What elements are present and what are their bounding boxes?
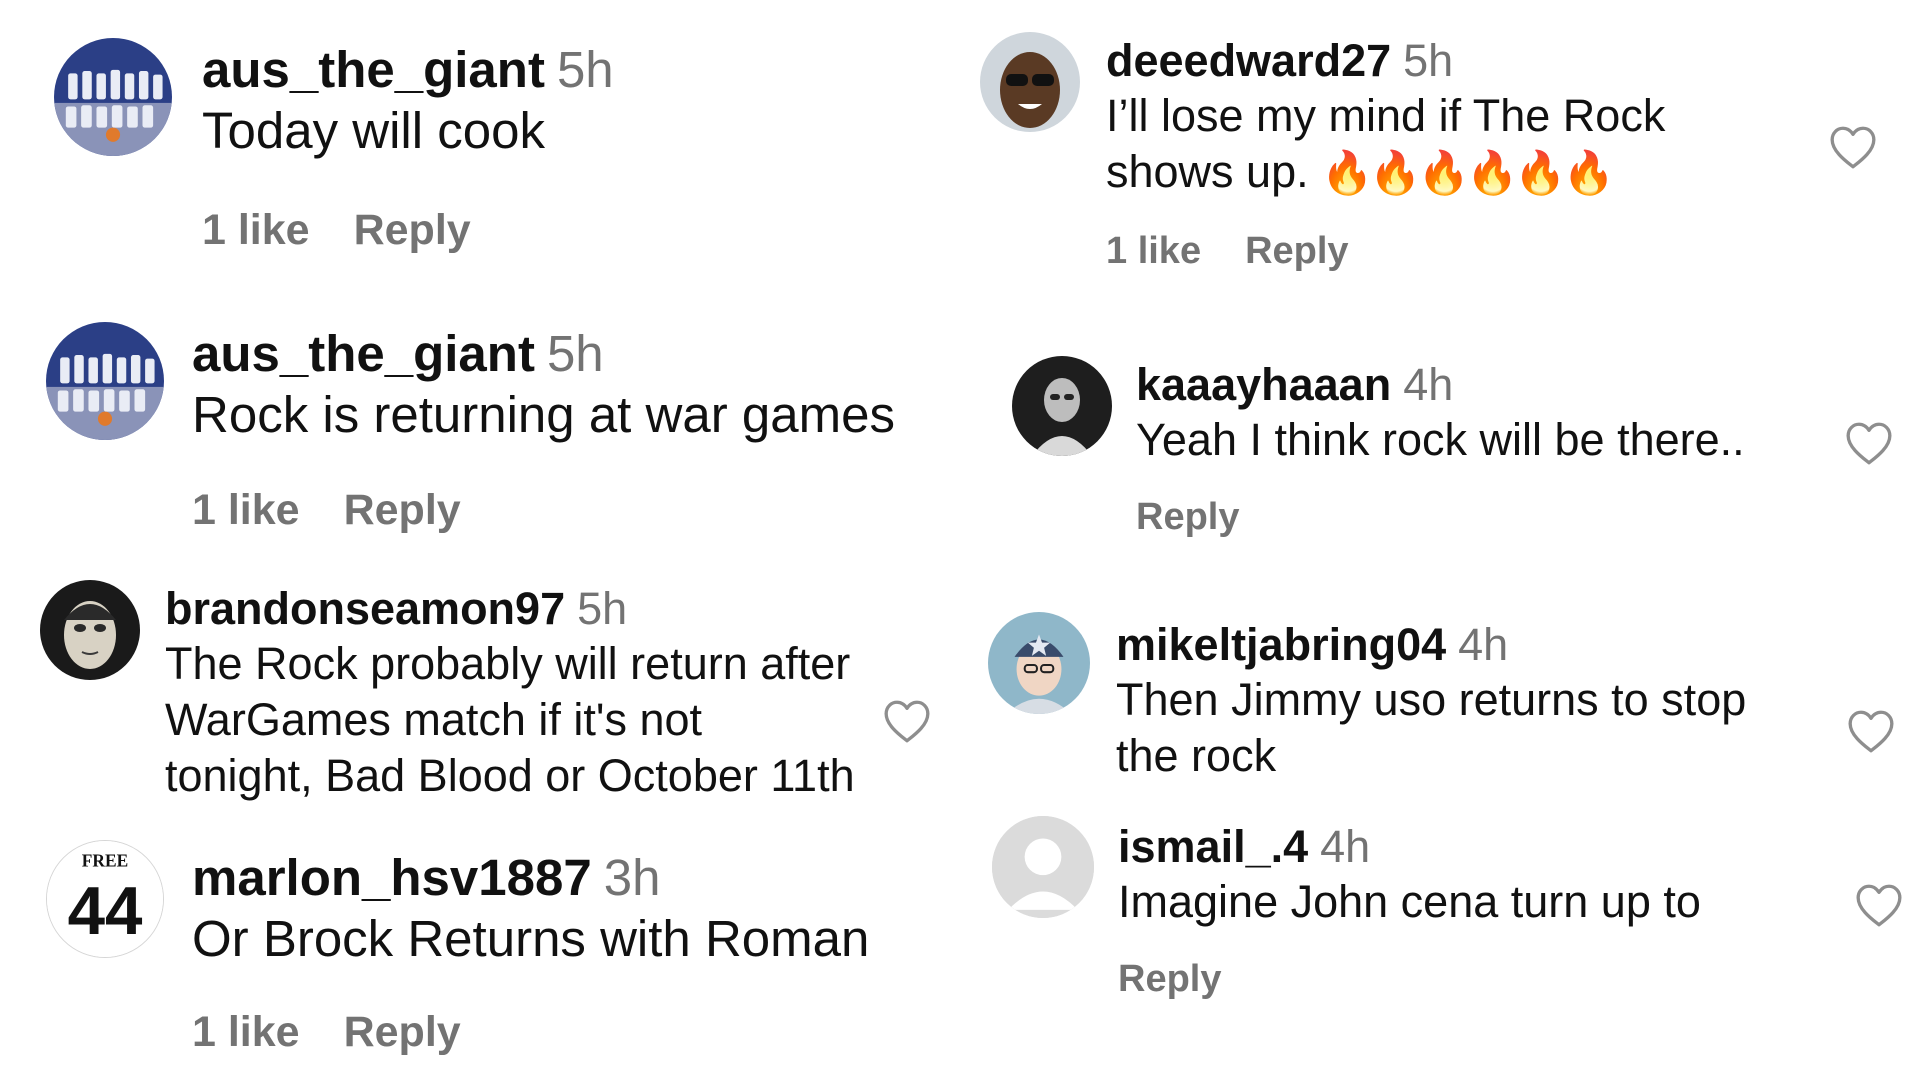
timestamp: 3h bbox=[603, 849, 661, 906]
reply-button[interactable]: Reply bbox=[1136, 496, 1239, 538]
fire-emoji: 🔥🔥🔥🔥🔥🔥 bbox=[1321, 149, 1615, 196]
timestamp: 4h bbox=[1458, 619, 1509, 670]
timestamp: 5h bbox=[556, 41, 614, 98]
reply-button[interactable]: Reply bbox=[344, 1008, 461, 1056]
heart-icon[interactable] bbox=[1844, 420, 1894, 466]
username[interactable]: marlon_hsv1887 bbox=[192, 849, 592, 906]
comment-text: Today will cook bbox=[202, 102, 545, 159]
comment-header: marlon_hsv1887 3h bbox=[192, 848, 952, 908]
sunglasses-man-icon bbox=[980, 32, 1080, 132]
like-count[interactable]: 1 like bbox=[192, 1008, 300, 1056]
svg-text:44: 44 bbox=[68, 874, 143, 949]
heart-icon[interactable] bbox=[882, 698, 932, 744]
username[interactable]: kaaayhaaan bbox=[1136, 359, 1391, 410]
comment-header: deeedward27 5h bbox=[1106, 34, 1866, 88]
comment-item: kaaayhaaan 4h Yeah I think rock will be t… bbox=[960, 340, 1920, 560]
masked-face-icon bbox=[40, 580, 140, 680]
comment-item: aus_the_giant 5h Today will cook 1 like Re… bbox=[0, 0, 960, 280]
username[interactable]: mikeltjabring04 bbox=[1116, 619, 1446, 670]
avatar[interactable] bbox=[54, 38, 172, 156]
timestamp: 5h bbox=[577, 583, 628, 634]
reply-button[interactable]: Reply bbox=[344, 486, 461, 534]
bw-portrait-icon bbox=[1012, 356, 1112, 456]
username[interactable]: aus_the_giant bbox=[202, 41, 545, 98]
comment-header: kaaayhaaan 4h bbox=[1136, 358, 1836, 412]
comment-item: aus_the_giant 5h Rock is returning at war… bbox=[0, 300, 960, 560]
comment-item: FREE 44 marlon_hsv1887 3h Or Brock Return… bbox=[0, 830, 960, 1080]
svg-text:FREE: FREE bbox=[82, 851, 128, 871]
like-count[interactable]: 1 like bbox=[202, 206, 310, 254]
timestamp: 4h bbox=[1403, 359, 1454, 410]
team-photo-icon bbox=[54, 38, 172, 156]
comment-text: WarGames match if it's not bbox=[165, 694, 703, 745]
comment-header: aus_the_giant 5h bbox=[202, 40, 942, 100]
comment-text: The Rock probably will return after bbox=[165, 638, 851, 689]
comment-header: ismail_.4 4h bbox=[1118, 820, 1838, 874]
comment-header: aus_the_giant 5h bbox=[192, 324, 952, 384]
username[interactable]: deeedward27 bbox=[1106, 35, 1391, 86]
comment-item: ismail_.4 4h Imagine John cena turn up to… bbox=[960, 810, 1920, 1040]
comment-text: the rock bbox=[1116, 730, 1277, 781]
cap-boy-icon bbox=[988, 612, 1090, 714]
comment-text: Imagine John cena turn up to bbox=[1118, 876, 1701, 927]
username[interactable]: aus_the_giant bbox=[192, 325, 535, 382]
default-user-icon bbox=[992, 816, 1094, 918]
comment-text: tonight, Bad Blood or October 11th bbox=[165, 750, 855, 801]
comment-text: Yeah I think rock will be there.. bbox=[1136, 414, 1745, 465]
like-count[interactable]: 1 like bbox=[192, 486, 300, 534]
avatar[interactable] bbox=[1012, 356, 1112, 456]
comment-item: deeedward27 5h I’ll lose my mind if The R… bbox=[960, 0, 1920, 290]
avatar[interactable] bbox=[46, 322, 164, 440]
comment-text: Or Brock Returns with Roman bbox=[192, 910, 870, 967]
timestamp: 4h bbox=[1320, 821, 1371, 872]
reply-button[interactable]: Reply bbox=[1245, 230, 1348, 272]
heart-icon[interactable] bbox=[1854, 882, 1904, 928]
username[interactable]: brandonseamon97 bbox=[165, 583, 565, 634]
comment-text: I’ll lose my mind if The Rock bbox=[1106, 90, 1666, 141]
team-photo-icon bbox=[46, 322, 164, 440]
avatar[interactable] bbox=[992, 816, 1094, 918]
reply-button[interactable]: Reply bbox=[354, 206, 471, 254]
like-count[interactable]: 1 like bbox=[1106, 230, 1201, 272]
comment-text: shows up. bbox=[1106, 146, 1309, 197]
comment-text: Then Jimmy uso returns to stop bbox=[1116, 674, 1747, 725]
free-44-icon: FREE 44 bbox=[47, 841, 163, 957]
timestamp: 5h bbox=[546, 325, 604, 382]
timestamp: 5h bbox=[1403, 35, 1454, 86]
comment-item: brandonseamon97 5h The Rock probably will… bbox=[0, 570, 960, 810]
heart-icon[interactable] bbox=[1846, 708, 1896, 754]
username[interactable]: ismail_.4 bbox=[1118, 821, 1308, 872]
avatar[interactable]: FREE 44 bbox=[46, 840, 164, 958]
avatar[interactable] bbox=[980, 32, 1080, 132]
comment-text-line: shows up. 🔥🔥🔥🔥🔥🔥 bbox=[1106, 144, 1866, 201]
comment-text: Rock is returning at war games bbox=[192, 386, 895, 443]
heart-icon[interactable] bbox=[1828, 124, 1878, 170]
avatar[interactable] bbox=[988, 612, 1090, 714]
comment-item: mikeltjabring04 4h Then Jimmy uso returns… bbox=[960, 600, 1920, 800]
comment-header: brandonseamon97 5h bbox=[165, 582, 885, 636]
reply-button[interactable]: Reply bbox=[1118, 958, 1221, 1000]
avatar[interactable] bbox=[40, 580, 140, 680]
comment-header: mikeltjabring04 4h bbox=[1116, 618, 1836, 672]
